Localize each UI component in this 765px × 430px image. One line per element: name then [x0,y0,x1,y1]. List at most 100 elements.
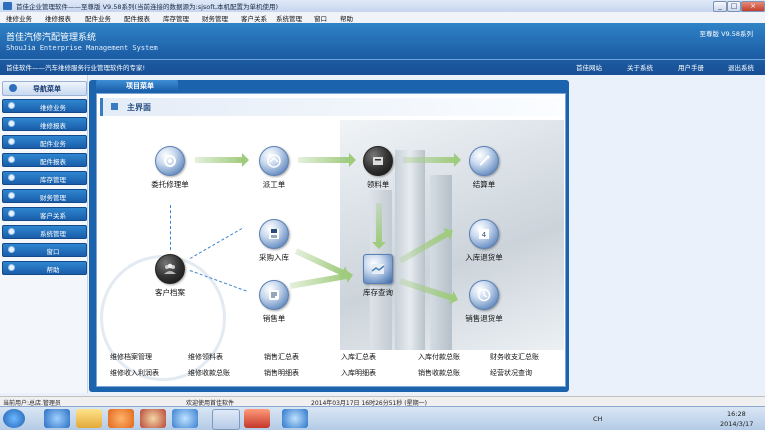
node-caigou-ruku[interactable]: 采购入库 [244,219,304,263]
node-label: 入库退货单 [465,253,503,262]
sidebar-item-label: 帮助 [46,266,60,274]
link-website[interactable]: 首佳网站 [576,62,602,72]
menu-bangzhu[interactable]: 帮助 [340,13,353,23]
report-link[interactable]: 入库付款总账 [418,352,460,362]
bullet-icon [8,156,15,163]
report-link[interactable]: 销售收款总账 [418,368,460,378]
sidebar-item-caiwu-guanli[interactable]: 财务管理 [2,189,87,203]
start-button[interactable] [3,409,25,428]
node-jiesuan[interactable]: 结算单 [454,146,514,190]
node-weituo-xiuli[interactable]: 委托修理单 [140,146,200,190]
node-kucun-chaxun[interactable]: 库存查询 [348,254,408,298]
bullet-icon [8,192,15,199]
sidebar-item-label: 窗口 [46,248,60,256]
menu-weixiu-baobiao[interactable]: 维修报表 [45,13,71,23]
menu-chuangkou[interactable]: 窗口 [314,13,327,23]
sidebar-item-peijian-baobiao[interactable]: 配件报表 [2,153,87,167]
taskbar-media-icon[interactable] [108,409,134,428]
menu-weixiu-yewu[interactable]: 维修业务 [6,13,32,23]
report-link[interactable]: 经营状况查询 [490,368,532,378]
menu-kehu-guanxi[interactable]: 客户关系 [241,13,267,23]
purchase-return-icon: 4 [469,219,499,249]
sales-return-icon [469,280,499,310]
flow-arrow [403,153,461,167]
app-title: 首佳汽修汽配管理系统 [6,33,97,43]
report-link[interactable]: 入库明细表 [341,368,376,378]
nav-header-label: 导航菜单 [33,85,61,93]
sidebar-item-xitong-guanli[interactable]: 系统管理 [2,225,87,239]
node-lingliao[interactable]: 领料单 [348,146,408,190]
taskbar-app-icon[interactable] [212,409,240,430]
report-link[interactable]: 财务收支汇总账 [490,352,539,362]
tray-time[interactable]: 16:28 [727,410,746,418]
menu-xitong-guanli[interactable]: 系统管理 [276,13,302,23]
repair-order-icon [155,146,185,176]
version-label: 至尊版 V9.58系列 [699,30,754,38]
nav-header-icon [9,84,17,92]
settlement-icon [469,146,499,176]
node-paigong[interactable]: 派工单 [244,146,304,190]
report-link[interactable]: 维修领料表 [188,352,223,362]
sidebar-item-peijian-yewu[interactable]: 配件业务 [2,135,87,149]
customer-group-icon [155,254,185,284]
report-link[interactable]: 维修收入利润表 [110,368,159,378]
sidebar-item-label: 配件业务 [40,140,66,148]
heading-square-icon [111,103,118,110]
taskbar-ie-icon[interactable] [44,409,70,428]
sidebar-item-weixiu-yewu[interactable]: 维修业务 [2,99,87,113]
menu-peijian-baobiao[interactable]: 配件报表 [124,13,150,23]
node-xiaoshou-tuihuo[interactable]: 销售退货单 [454,280,514,324]
app-subtitle: ShouJia Enterprise Management System [6,44,158,52]
menu-kucun-guanli[interactable]: 库存管理 [163,13,189,23]
inventory-query-icon [363,254,393,284]
node-label: 派工单 [262,180,286,189]
link-about[interactable]: 关于系统 [627,62,653,72]
link-exit[interactable]: 退出系统 [728,62,754,72]
minimize-button[interactable]: _ [713,1,727,12]
tray-date[interactable]: 2014/3/17 [720,420,753,428]
report-link[interactable]: 维修档案管理 [110,352,152,362]
bullet-icon [8,246,15,253]
window-title: 首佳企业管理软件——至尊版 V9.58系列(当前连接的数据源为:sjsoft,本… [16,3,279,11]
sidebar-item-label: 库存管理 [40,176,66,184]
dashed-connector [170,205,171,250]
menu-peijian-yewu[interactable]: 配件业务 [85,13,111,23]
material-requisition-icon [363,146,393,176]
report-link[interactable]: 维修收款总账 [188,368,230,378]
report-link[interactable]: 入库汇总表 [341,352,376,362]
taskbar-app2-icon[interactable] [244,409,270,428]
project-menu-tab[interactable]: 项目菜单 [96,80,178,91]
tray-language[interactable]: CH [593,415,602,423]
node-xiaoshou[interactable]: 销售单 [244,280,304,324]
sidebar-item-kucun-guanli[interactable]: 库存管理 [2,171,87,185]
project-menu-tab-label: 项目菜单 [126,82,154,90]
taskbar-folder-icon[interactable] [76,409,102,428]
sales-order-icon [259,280,289,310]
maximize-button[interactable]: □ [727,1,741,12]
background-building [430,175,452,350]
link-user-manual[interactable]: 用户手册 [678,62,704,72]
sidebar-item-label: 客户关系 [40,212,66,220]
node-kehu-dangan[interactable]: 客户档案 [140,254,200,298]
sidebar-item-chuangkou[interactable]: 窗口 [2,243,87,257]
report-link[interactable]: 销售汇总表 [264,352,299,362]
taskbar-app3-icon[interactable] [282,409,308,428]
node-label: 销售单 [262,314,286,323]
close-button[interactable]: × [741,1,765,12]
sidebar-item-label: 维修业务 [40,104,66,112]
taskbar-qq-icon[interactable] [140,409,166,428]
sidebar-item-bangzhu[interactable]: 帮助 [2,261,87,275]
purchase-save-icon [259,219,289,249]
sidebar-item-label: 系统管理 [40,230,66,238]
sidebar-item-kehu-guanxi[interactable]: 客户关系 [2,207,87,221]
taskbar-chat-icon[interactable] [172,409,198,428]
nav-menu-header[interactable]: 导航菜单 [2,81,87,96]
bullet-icon [8,228,15,235]
node-ruku-tuihuo[interactable]: 4 入库退货单 [454,219,514,263]
bullet-icon [8,102,15,109]
sidebar-item-weixiu-baobiao[interactable]: 维修报表 [2,117,87,131]
menu-caiwu-guanli[interactable]: 财务管理 [202,13,228,23]
report-link[interactable]: 销售明细表 [264,368,299,378]
sidebar-item-label: 维修报表 [40,122,66,130]
main-heading: 主界面 [127,103,151,112]
